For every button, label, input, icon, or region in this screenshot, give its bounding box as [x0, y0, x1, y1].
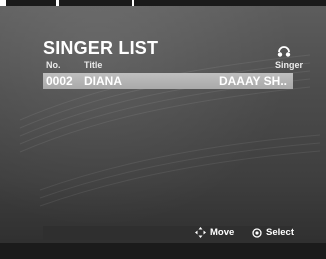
karaoke-screen: SINGER LIST No. Title Singer 0002 DIANA …: [0, 0, 326, 259]
move-label: Move: [210, 227, 235, 238]
column-header-number: No.: [46, 60, 61, 70]
select-label: Select: [266, 227, 294, 238]
select-circle-icon: [252, 227, 262, 238]
bottom-bar: [0, 243, 326, 259]
song-number: 0002: [46, 74, 73, 88]
column-header-singer: Singer: [275, 60, 304, 70]
page-title: SINGER LIST: [43, 38, 159, 58]
four-way-arrow-icon: [195, 227, 206, 238]
song-title: DIANA: [84, 74, 122, 88]
column-header-title: Title: [84, 60, 103, 70]
move-hint: Move: [195, 227, 234, 238]
singer-headphones-icon: [277, 46, 291, 57]
select-hint: Select: [252, 227, 294, 238]
song-singer: DAAAY SH..: [218, 74, 287, 88]
list-item-selected[interactable]: 0002 DIANA DAAAY SH..: [43, 73, 293, 89]
